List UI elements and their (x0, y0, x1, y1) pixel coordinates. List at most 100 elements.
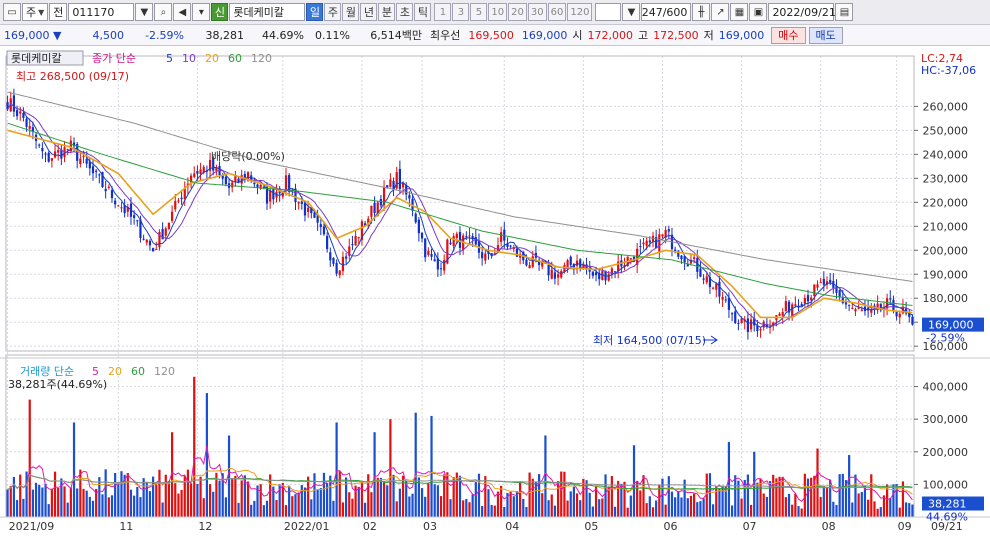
period-a-select[interactable]: 주 ▼ (22, 3, 49, 21)
volume-bar (82, 488, 85, 517)
code-dropdown-icon[interactable]: ▼ (135, 3, 154, 21)
volume-bar (500, 485, 503, 517)
interval-button-3[interactable]: 3 (452, 3, 470, 21)
calendar-icon[interactable]: ▤ (835, 3, 854, 21)
candle-body (433, 259, 436, 262)
sell-button[interactable]: 매도 (808, 26, 843, 44)
volume-bar (730, 505, 734, 517)
candle-body (740, 318, 743, 323)
period-tab-1[interactable]: 주 (324, 3, 342, 21)
candle-body (680, 255, 683, 260)
save-icon[interactable]: ▣ (749, 3, 768, 21)
volume-bar (297, 492, 300, 517)
candle-body (44, 153, 47, 155)
period-tab-4[interactable]: 분 (378, 3, 396, 21)
interval-input[interactable] (595, 3, 622, 21)
layout-icon[interactable]: ▭ (3, 3, 21, 21)
candle-body (57, 150, 60, 153)
interval-button-5[interactable]: 5 (470, 3, 488, 21)
shin-badge[interactable]: 신 (211, 3, 229, 21)
candle-body (648, 240, 651, 243)
stock-chart[interactable]: 160,000170,000180,000190,000200,000210,0… (0, 46, 990, 537)
change-pct: -2.59% (145, 28, 184, 42)
volume-bar (341, 502, 345, 517)
volume-bar (642, 475, 645, 517)
volume-bar (265, 500, 269, 517)
grid-icon[interactable]: ▦ (730, 3, 749, 21)
volume-bar (651, 507, 655, 517)
candle-body (860, 309, 863, 311)
candle-type-icon[interactable]: ╫ (692, 3, 711, 21)
candle-body (569, 256, 572, 265)
candle-body (553, 272, 557, 279)
best-ask: 169,500 (468, 28, 514, 42)
volume-bar (610, 476, 613, 517)
sound-icon[interactable]: ◀ (173, 3, 192, 21)
interval-button-20[interactable]: 20 (508, 3, 527, 21)
candle-body (778, 313, 781, 316)
period-b-select[interactable]: 전 (49, 3, 68, 21)
candle-body (196, 171, 199, 174)
volume-bar (645, 503, 648, 517)
volume-bar (851, 502, 854, 517)
search-icon[interactable]: ⌕ (154, 3, 173, 21)
date-input[interactable]: 2022/09/21 (768, 3, 836, 21)
hc-label: HC:-37,06 (921, 64, 976, 77)
candle-body (693, 257, 696, 260)
volume-bars (6, 376, 914, 517)
volume-bar (98, 477, 101, 517)
period-tab-3[interactable]: 년 (360, 3, 378, 21)
candle-body (152, 248, 155, 252)
volume-bar (53, 471, 57, 517)
candle-body (658, 234, 661, 252)
volume-bar (133, 495, 136, 517)
volume-bar (867, 499, 870, 517)
volume-bar (667, 476, 670, 517)
buy-button[interactable]: 매수 (771, 26, 806, 44)
period-tab-2[interactable]: 월 (342, 3, 360, 21)
high-value: 172,500 (653, 28, 699, 42)
volume-bar (189, 483, 193, 517)
volume-bar (288, 485, 291, 517)
price-tick-label: 220,000 (923, 196, 969, 209)
volume-bar (44, 483, 47, 517)
volume-bar (838, 474, 841, 517)
volume-bar (373, 432, 376, 517)
candle-body (414, 213, 417, 223)
candle-body (427, 250, 430, 255)
volume-bar (465, 498, 468, 517)
volume-bar (433, 484, 436, 517)
draw-tool-icon[interactable]: ↗ (711, 3, 730, 21)
volume-bar (800, 508, 803, 517)
volume-bar (161, 502, 164, 517)
quote-bar: 169,000 ▼ 4,500 -2.59% 38,281 44.69% 0.1… (0, 25, 990, 46)
interval-dropdown-icon[interactable]: ▼ (622, 3, 641, 21)
low-label: 저 (703, 29, 714, 42)
candle-body (50, 158, 53, 161)
candle-body (332, 257, 335, 264)
interval-button-30[interactable]: 30 (527, 3, 547, 21)
candle-body (379, 199, 383, 206)
volume-bar (411, 493, 414, 517)
candle-body (170, 211, 174, 221)
menu-icon[interactable]: ▾ (192, 3, 211, 21)
candle-body (737, 323, 740, 325)
interval-button-60[interactable]: 60 (547, 3, 567, 21)
volume-bar (126, 473, 129, 517)
candle-body (509, 245, 512, 247)
interval-button-10[interactable]: 10 (488, 3, 508, 21)
candle-body (25, 118, 28, 127)
period-tab-5[interactable]: 초 (396, 3, 414, 21)
candle-body (114, 200, 117, 205)
candle-body (667, 229, 670, 232)
code-input[interactable]: 011170 (68, 3, 135, 21)
interval-button-1[interactable]: 1 (434, 3, 452, 21)
candle-body (515, 248, 519, 257)
volume-bar (205, 393, 209, 517)
turnover: 0.11% (315, 28, 350, 42)
period-tab-0[interactable]: 일 (306, 3, 324, 21)
period-tab-6[interactable]: 틱 (414, 3, 432, 21)
interval-button-120[interactable]: 120 (567, 3, 593, 21)
volume-bar (787, 493, 791, 517)
volume-bar (307, 476, 310, 517)
